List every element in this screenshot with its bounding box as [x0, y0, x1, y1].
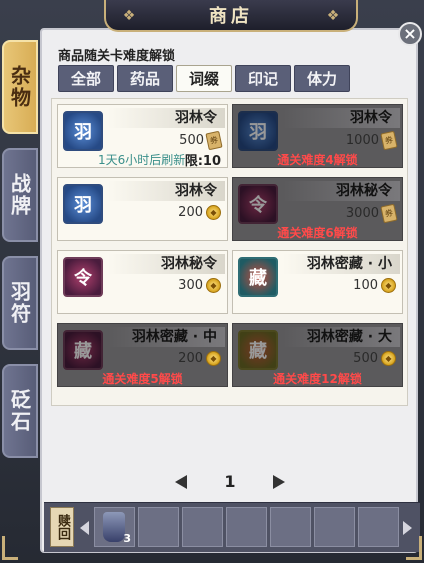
unlock-requirement: 通关难度12解锁: [273, 372, 362, 386]
shop-item-locked[interactable]: 羽 羽林令 1000 券 通关难度4解锁: [232, 104, 403, 168]
ticket-icon: 券: [380, 203, 398, 224]
token-icon: 羽: [63, 111, 103, 151]
price-value: 1000: [345, 133, 379, 148]
treasure-medium-icon: 藏: [63, 330, 103, 370]
item-price: 500 ◆: [353, 351, 396, 366]
tab-stamina[interactable]: 体力: [294, 65, 350, 92]
price-value: 3000: [345, 206, 379, 221]
prev-page-icon[interactable]: [175, 474, 187, 489]
coin-icon: ◆: [381, 278, 396, 293]
buyback-slot[interactable]: 3: [94, 507, 135, 547]
item-count: 3: [123, 532, 131, 545]
ticket-icon: 券: [380, 130, 398, 151]
next-page-icon[interactable]: [272, 474, 285, 489]
item-name: 羽林令: [108, 181, 225, 201]
token-icon: 羽: [238, 111, 278, 151]
unlock-requirement: 通关难度4解锁: [277, 153, 358, 167]
page-title: 商店: [209, 6, 253, 27]
shop-item[interactable]: 羽 羽林令 500 券 1天6小时后刷新 限:10: [57, 104, 228, 169]
price-value: 200: [178, 351, 203, 366]
item-grid: 羽 羽林令 500 券 1天6小时后刷新 限:10 羽 羽林令 1000 券 通…: [51, 98, 408, 406]
coin-icon: ◆: [206, 205, 221, 220]
shop-item[interactable]: 羽 羽林令 200 ◆: [57, 177, 228, 241]
shop-header: ❖ 商店 ❖: [104, 0, 358, 32]
item-price: 3000 券: [345, 203, 398, 224]
tab-all[interactable]: 全部: [58, 65, 114, 92]
unlock-hint: 商品随关卡难度解锁: [58, 49, 176, 64]
item-name: 羽林令: [108, 108, 225, 128]
ornament-icon: ❖: [122, 8, 136, 24]
refresh-timer: 1天6小时后刷新: [98, 153, 186, 167]
side-tab-stones[interactable]: 砭石: [2, 364, 38, 458]
item-name: 羽林密藏 · 中: [108, 327, 225, 347]
shop-item-locked[interactable]: 令 羽林秘令 3000 券 通关难度6解锁: [232, 177, 403, 241]
purchase-limit: 限:10: [184, 154, 221, 169]
corner-ornament: [2, 536, 18, 560]
close-icon: ×: [403, 24, 417, 43]
secret-token-icon: 令: [238, 184, 278, 224]
tab-mark[interactable]: 印记: [235, 65, 291, 92]
item-name: 羽林令: [283, 108, 400, 128]
coin-icon: ◆: [206, 278, 221, 293]
item-name: 羽林密藏 · 大: [283, 327, 400, 347]
buyback-slot[interactable]: [358, 507, 399, 547]
buyback-slot[interactable]: [226, 507, 267, 547]
treasure-large-icon: 藏: [238, 330, 278, 370]
buyback-next-icon[interactable]: [403, 521, 412, 535]
buyback-slot[interactable]: [138, 507, 179, 547]
shop-item-locked[interactable]: 藏 羽林密藏 · 中 200 ◆ 通关难度5解锁: [57, 323, 228, 387]
buyback-slot[interactable]: [314, 507, 355, 547]
item-price: 200 ◆: [178, 351, 221, 366]
shop-item[interactable]: 藏 羽林密藏 · 小 100 ◆: [232, 250, 403, 314]
side-tab-cards[interactable]: 战牌: [2, 148, 38, 242]
coin-icon: ◆: [206, 351, 221, 366]
token-icon: 羽: [63, 184, 103, 224]
item-price: 200 ◆: [178, 205, 221, 220]
price-value: 100: [353, 278, 378, 293]
buyback-prev-icon[interactable]: [80, 521, 89, 535]
treasure-small-icon: 藏: [238, 257, 278, 297]
item-name: 羽林秘令: [108, 254, 225, 274]
buyback-bar: 赎回 3: [44, 502, 420, 552]
buyback-button[interactable]: 赎回: [50, 507, 74, 547]
price-value: 300: [178, 278, 203, 293]
coin-icon: ◆: [381, 351, 396, 366]
item-price: 500 券: [179, 130, 223, 151]
ornament-icon: ❖: [326, 8, 340, 24]
side-tab-misc[interactable]: 杂物: [2, 40, 38, 134]
item-name: 羽林密藏 · 小: [283, 254, 400, 274]
item-price: 300 ◆: [178, 278, 221, 293]
buyback-slot[interactable]: [270, 507, 311, 547]
secret-token-icon: 令: [63, 257, 103, 297]
tab-medicine[interactable]: 药品: [117, 65, 173, 92]
tab-affix[interactable]: 词缀: [176, 65, 232, 92]
pagination: 1: [175, 472, 285, 491]
potion-icon: [103, 512, 125, 542]
ticket-icon: 券: [205, 130, 223, 151]
page-number: 1: [224, 472, 236, 491]
side-tab-feathers[interactable]: 羽符: [2, 256, 38, 350]
price-value: 500: [353, 351, 378, 366]
shop-item[interactable]: 令 羽林秘令 300 ◆: [57, 250, 228, 314]
price-value: 500: [179, 133, 204, 148]
shop-item-locked[interactable]: 藏 羽林密藏 · 大 500 ◆ 通关难度12解锁: [232, 323, 403, 387]
buyback-slot[interactable]: [182, 507, 223, 547]
close-button[interactable]: ×: [398, 22, 422, 46]
corner-ornament: [406, 536, 422, 560]
buyback-slots: 3: [94, 507, 399, 547]
item-price: 1000 券: [345, 130, 398, 151]
unlock-requirement: 通关难度5解锁: [102, 372, 183, 386]
item-price: 100 ◆: [353, 278, 396, 293]
price-value: 200: [178, 205, 203, 220]
unlock-requirement: 通关难度6解锁: [277, 226, 358, 240]
category-tabs: 全部 药品 词缀 印记 体力: [58, 65, 350, 92]
item-name: 羽林秘令: [283, 181, 400, 201]
